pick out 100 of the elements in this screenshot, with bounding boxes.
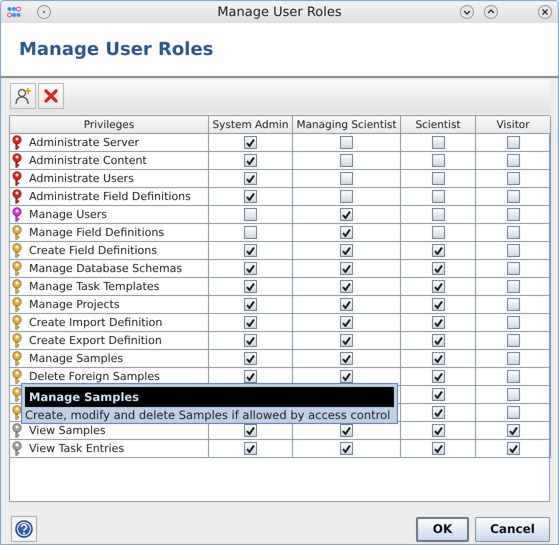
checkbox[interactable] (340, 226, 353, 239)
checkbox[interactable] (244, 298, 257, 311)
checkbox[interactable] (432, 442, 444, 455)
checkbox[interactable] (432, 316, 444, 329)
column-header[interactable]: Visitor (476, 116, 550, 134)
checkbox[interactable] (340, 442, 353, 455)
checkbox[interactable] (340, 154, 353, 167)
checkbox[interactable] (432, 424, 444, 437)
checkbox[interactable] (432, 298, 444, 311)
checkbox[interactable] (506, 352, 520, 365)
checkbox[interactable] (432, 334, 444, 347)
checkbox[interactable] (340, 298, 353, 311)
checkbox[interactable] (244, 280, 257, 293)
checkbox[interactable] (506, 190, 520, 203)
checkbox[interactable] (340, 316, 353, 329)
checkbox[interactable] (506, 388, 520, 401)
checkbox[interactable] (432, 136, 444, 149)
checkbox[interactable] (506, 154, 520, 167)
checkbox[interactable] (506, 226, 520, 239)
checkbox[interactable] (340, 244, 353, 257)
privilege-name: Manage Projects (29, 298, 120, 311)
checkbox[interactable] (506, 370, 520, 383)
checkbox[interactable] (340, 262, 353, 275)
checkbox[interactable] (340, 352, 353, 365)
checkbox[interactable] (244, 136, 257, 149)
checkbox[interactable] (506, 316, 520, 329)
checkbox[interactable] (432, 154, 444, 167)
checkbox[interactable] (340, 424, 353, 437)
checkbox[interactable] (244, 226, 257, 239)
checkbox[interactable] (340, 370, 353, 383)
column-header[interactable]: Scientist (400, 116, 476, 134)
tooltip-text: Create, modify and delete Samples if allowed by access control (25, 407, 392, 422)
checkbox[interactable] (506, 262, 520, 275)
privilege-name: Manage Task Templates (29, 280, 160, 293)
checkbox[interactable] (506, 172, 520, 185)
privilege-name: Administrate Users (29, 172, 134, 185)
checkbox[interactable] (244, 190, 257, 203)
dialog-button[interactable]: OK (416, 516, 469, 542)
checkbox[interactable] (506, 442, 520, 455)
checkbox[interactable] (244, 262, 257, 275)
checkbox[interactable] (340, 334, 353, 347)
privilege-name: Manage Field Definitions (29, 226, 164, 239)
help-icon (15, 520, 33, 538)
checkbox[interactable] (432, 190, 444, 203)
privilege-name: View Task Entries (29, 442, 124, 455)
add-role-button[interactable] (10, 83, 36, 109)
checkbox[interactable] (506, 298, 520, 311)
checkbox[interactable] (432, 352, 444, 365)
checkbox[interactable] (244, 172, 257, 185)
checkbox[interactable] (432, 262, 444, 275)
privilege-name: Delete Foreign Samples (29, 370, 160, 383)
checkbox[interactable] (432, 244, 444, 257)
checkbox[interactable] (432, 280, 444, 293)
checkbox[interactable] (432, 406, 444, 419)
column-header[interactable]: System Admin (208, 116, 292, 134)
dialog-heading: Manage User Roles (19, 39, 214, 60)
privilege-name: Create Export Definition (29, 334, 162, 347)
privilege-name: Manage Users (29, 208, 107, 221)
privilege-name: Create Field Definitions (29, 244, 157, 257)
checkbox[interactable] (506, 244, 520, 257)
checkbox[interactable] (432, 172, 444, 185)
dialog-button[interactable]: Cancel (475, 516, 550, 542)
help-button[interactable] (11, 516, 37, 542)
delete-icon (44, 89, 58, 103)
checkbox[interactable] (506, 406, 520, 419)
privilege-name: Manage Database Schemas (29, 262, 182, 275)
checkbox[interactable] (244, 244, 257, 257)
checkbox[interactable] (244, 442, 257, 455)
checkbox[interactable] (432, 370, 444, 383)
checkbox[interactable] (244, 370, 257, 383)
close-icon[interactable] (538, 5, 552, 19)
checkbox[interactable] (340, 208, 353, 221)
checkbox[interactable] (244, 352, 257, 365)
person-plus-icon (14, 87, 32, 105)
checkbox[interactable] (340, 280, 353, 293)
privilege-name: View Samples (29, 424, 106, 437)
checkbox[interactable] (244, 316, 257, 329)
checkbox[interactable] (244, 424, 257, 437)
column-header[interactable]: Privileges (10, 116, 208, 134)
checkbox[interactable] (340, 136, 353, 149)
checkbox[interactable] (506, 208, 520, 221)
checkbox[interactable] (432, 388, 444, 401)
minimize-icon[interactable] (460, 5, 474, 19)
column-header[interactable]: Managing Scientist (292, 116, 400, 134)
checkbox[interactable] (244, 208, 257, 221)
checkbox[interactable] (432, 208, 444, 221)
checkbox[interactable] (340, 172, 353, 185)
checkbox[interactable] (506, 424, 520, 437)
maximize-icon[interactable] (484, 5, 498, 19)
checkbox[interactable] (340, 190, 353, 203)
privilege-name: Create Import Definition (29, 316, 162, 329)
checkbox[interactable] (432, 226, 444, 239)
checkbox[interactable] (506, 280, 520, 293)
checkbox[interactable] (506, 136, 520, 149)
checkbox[interactable] (244, 334, 257, 347)
privilege-name: Administrate Field Definitions (29, 190, 191, 203)
window-title: Manage User Roles (217, 4, 342, 20)
delete-role-button[interactable] (38, 83, 64, 109)
checkbox[interactable] (506, 334, 520, 347)
checkbox[interactable] (244, 154, 257, 167)
